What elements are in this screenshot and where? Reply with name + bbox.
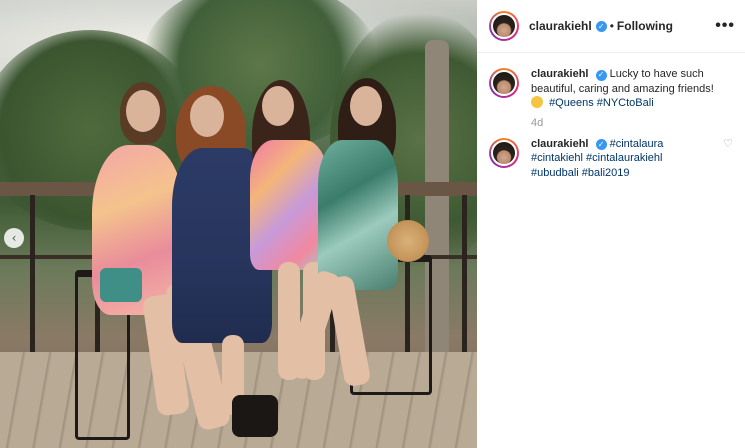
following-button[interactable]: Following (617, 19, 673, 33)
carousel-prev-button[interactable]: ‹ (4, 228, 24, 248)
photo-person-face (190, 95, 224, 137)
heart-icon[interactable]: ♡ (723, 137, 733, 181)
comment: claurakiehl ✓ #cintalaura #cintakiehl #c… (477, 129, 745, 181)
photo-person-face (262, 86, 294, 126)
photo-person-dress (318, 140, 398, 290)
header-username[interactable]: claurakiehl (529, 19, 592, 33)
header-separator: • (609, 19, 614, 33)
post-header: claurakiehl ✓ • Following ••• (477, 0, 745, 53)
caption-body: claurakiehl ✓ Lucky to have such beautif… (531, 67, 733, 111)
photo-person-face (350, 86, 382, 126)
hashtag-link[interactable]: #cintalaura (610, 138, 664, 150)
caption: claurakiehl ✓ Lucky to have such beautif… (477, 53, 745, 111)
photo-handbag (100, 268, 142, 302)
chevron-left-icon: ‹ (11, 231, 17, 245)
emoji-icon (531, 96, 543, 108)
photo-person-dress (250, 140, 328, 270)
hashtag-link[interactable]: #NYCtoBali (597, 97, 654, 109)
hashtag-link[interactable]: #cintakiehl (531, 152, 583, 164)
verified-badge-icon: ✓ (595, 139, 607, 151)
avatar-image (491, 70, 517, 96)
avatar-image (491, 13, 517, 39)
verified-badge-icon: ✓ (595, 69, 607, 81)
photo-rattan-bag (387, 220, 429, 262)
post-photo[interactable]: ‹ (0, 0, 477, 448)
comment-body: claurakiehl ✓ #cintalaura #cintakiehl #c… (531, 137, 715, 181)
hashtag-link[interactable]: #ubudbali (531, 167, 579, 179)
photo-person-face (126, 90, 160, 132)
avatar[interactable] (489, 68, 519, 98)
avatar-image (491, 139, 517, 166)
more-options-button[interactable]: ••• (715, 17, 735, 35)
avatar[interactable] (489, 137, 519, 168)
avatar[interactable] (489, 11, 519, 41)
caption-timestamp[interactable]: 4d (531, 117, 745, 129)
photo-shoe (232, 395, 278, 437)
hashtag-link[interactable]: #Queens (549, 97, 594, 109)
verified-badge-icon: ✓ (595, 20, 607, 32)
hashtag-link[interactable]: #bali2019 (582, 167, 630, 179)
hashtag-link[interactable]: #cintalaurakiehl (586, 152, 662, 164)
comment-username[interactable]: claurakiehl (531, 138, 588, 150)
post-sidebar: claurakiehl ✓ • Following ••• claurakieh… (477, 0, 745, 448)
caption-username[interactable]: claurakiehl (531, 68, 588, 80)
